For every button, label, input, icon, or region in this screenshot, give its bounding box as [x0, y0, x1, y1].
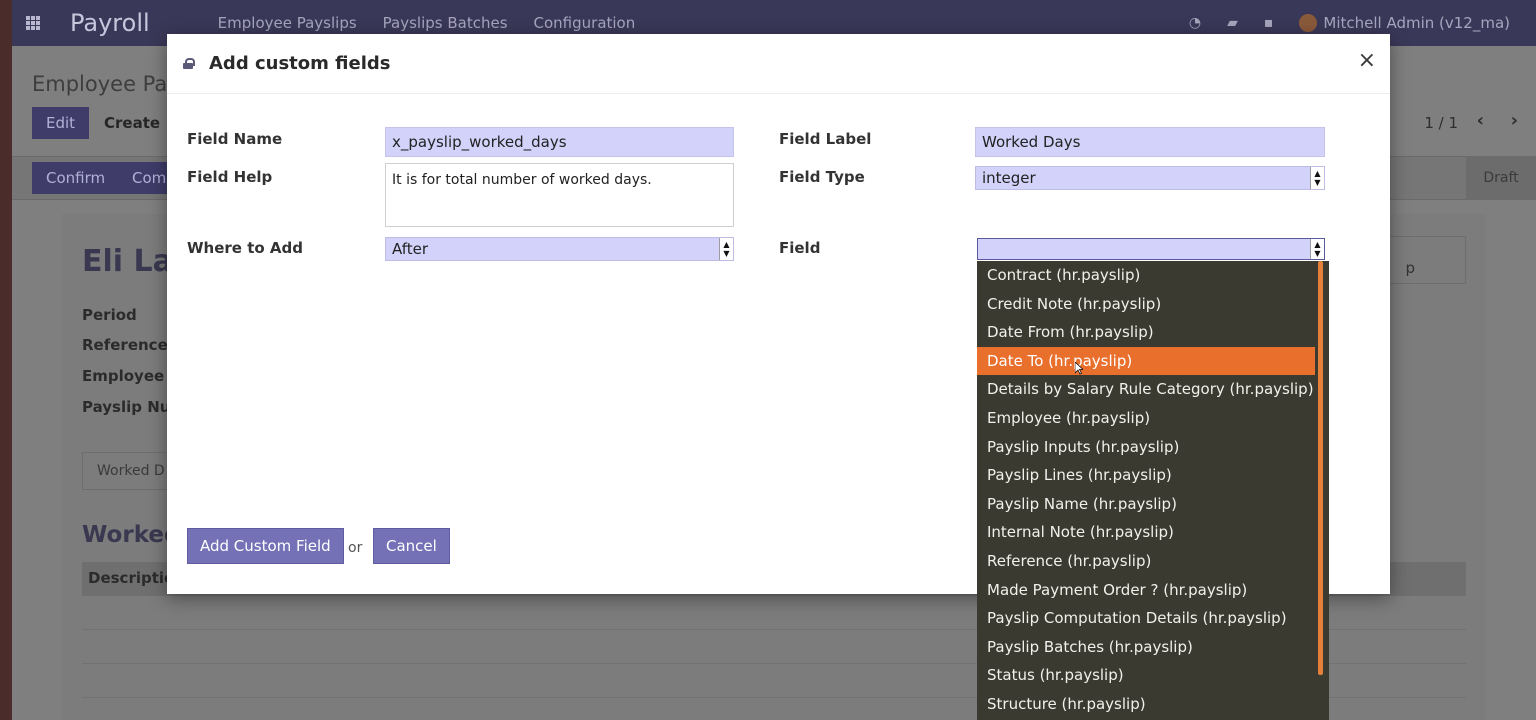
add-custom-field-button[interactable]: Add Custom Field — [187, 528, 344, 564]
dropdown-option[interactable]: Payslip Batches (hr.payslip) — [977, 633, 1329, 662]
avatar — [1299, 14, 1318, 32]
dropdown-option[interactable]: Credit Note (hr.payslip) — [977, 290, 1329, 319]
field-help-label: Field Help — [187, 168, 273, 186]
dropdown-option[interactable]: Reference (hr.payslip) — [977, 547, 1329, 576]
or-text: or — [348, 540, 363, 556]
dropdown-option[interactable]: Internal Note (hr.payslip) — [977, 518, 1329, 547]
modal-title: Add custom fields — [209, 53, 391, 74]
close-button[interactable]: × — [1358, 48, 1376, 73]
compute-button[interactable]: Com — [118, 162, 168, 194]
dropdown-option[interactable]: Payslip Computation Details (hr.payslip) — [977, 604, 1329, 633]
where-to-add-select[interactable]: After ▲ ▼ — [385, 237, 734, 261]
dropdown-option[interactable]: Status (hr.payslip) — [977, 661, 1329, 690]
nav-menu: Employee Payslips Payslips Batches Confi… — [218, 14, 636, 32]
field-type-select[interactable]: integer ▲ ▼ — [975, 166, 1325, 190]
user-menu[interactable]: Mitchell Admin (v12_ma) — [1299, 14, 1510, 32]
menu-employee-payslips[interactable]: Employee Payslips — [218, 14, 357, 32]
where-to-add-value: After — [392, 240, 429, 258]
clock-icon[interactable]: ◔ — [1189, 15, 1201, 31]
label-period: Period — [82, 306, 137, 324]
dropdown-option[interactable]: Contract (hr.payslip) — [977, 261, 1329, 290]
field-select-label: Field — [779, 239, 821, 257]
field-label-input[interactable]: Worked Days — [975, 127, 1325, 157]
dropdown-scrollbar[interactable] — [1318, 261, 1323, 675]
employee-name: Eli La — [82, 244, 173, 279]
menu-configuration[interactable]: Configuration — [534, 14, 636, 32]
select-arrow-icon: ▲ ▼ — [719, 238, 733, 260]
field-type-value: integer — [982, 169, 1036, 187]
field-help-textarea[interactable]: It is for total number of worked days. — [385, 163, 734, 227]
dropdown-option[interactable]: Payslip Name (hr.payslip) — [977, 490, 1329, 519]
field-select[interactable]: ▲ ▼ — [977, 238, 1325, 260]
edit-button[interactable]: Edit — [32, 107, 90, 139]
dropdown-option[interactable]: Employee (hr.payslip) — [977, 404, 1329, 433]
modal-header: Add custom fields — [167, 34, 1390, 94]
label-employee-structure: Employee S — [82, 367, 181, 385]
label-payslip-number: Payslip Nu — [82, 398, 171, 416]
breadcrumb[interactable]: Employee Pa — [32, 72, 167, 96]
worked-days-heading: Worked — [82, 522, 181, 548]
app-title: Payroll — [70, 9, 150, 37]
menu-payslips-batches[interactable]: Payslips Batches — [383, 14, 508, 32]
field-label-label: Field Label — [779, 130, 872, 148]
dropdown-option[interactable]: Payslip Lines (hr.payslip) — [977, 461, 1329, 490]
smart-button-label: p — [1405, 259, 1415, 277]
confirm-button[interactable]: Confirm — [32, 162, 120, 194]
field-dropdown-list[interactable]: Contract (hr.payslip) Credit Note (hr.pay… — [977, 261, 1329, 720]
dropdown-option[interactable]: Structure (hr.payslip) — [977, 690, 1329, 719]
apps-grid-icon[interactable] — [26, 16, 40, 30]
mouse-cursor-icon — [1075, 362, 1083, 375]
dropdown-option[interactable]: Payslip Inputs (hr.payslip) — [977, 433, 1329, 462]
pager-value: 1 / 1 — [1424, 114, 1458, 132]
lock-icon — [183, 58, 195, 69]
dropdown-option[interactable]: Date From (hr.payslip) — [977, 318, 1329, 347]
field-type-label: Field Type — [779, 168, 865, 186]
user-name: Mitchell Admin (v12_ma) — [1323, 14, 1510, 32]
status-badge: Draft — [1466, 156, 1536, 200]
dropdown-option[interactable]: Details by Salary Rule Category (hr.pays… — [977, 375, 1329, 404]
dropdown-option[interactable]: Date To (hr.payslip) — [977, 346, 1315, 376]
label-reference: Reference — [82, 336, 168, 354]
create-button[interactable]: Create — [90, 107, 174, 139]
chevron-left-icon[interactable]: ‹ — [1477, 110, 1484, 131]
chat-icon[interactable]: ▰ — [1227, 15, 1238, 31]
field-name-input[interactable]: x_payslip_worked_days — [385, 127, 734, 157]
select-arrow-icon: ▲ ▼ — [1310, 167, 1324, 189]
chevron-right-icon[interactable]: › — [1511, 110, 1518, 131]
field-name-label: Field Name — [187, 130, 283, 148]
dropdown-option[interactable]: Made Payment Order ? (hr.payslip) — [977, 576, 1329, 605]
bug-icon[interactable]: ▪ — [1264, 15, 1274, 31]
cancel-button[interactable]: Cancel — [373, 528, 450, 564]
where-to-add-label: Where to Add — [187, 239, 303, 257]
select-arrow-icon: ▲ ▼ — [1310, 239, 1324, 259]
